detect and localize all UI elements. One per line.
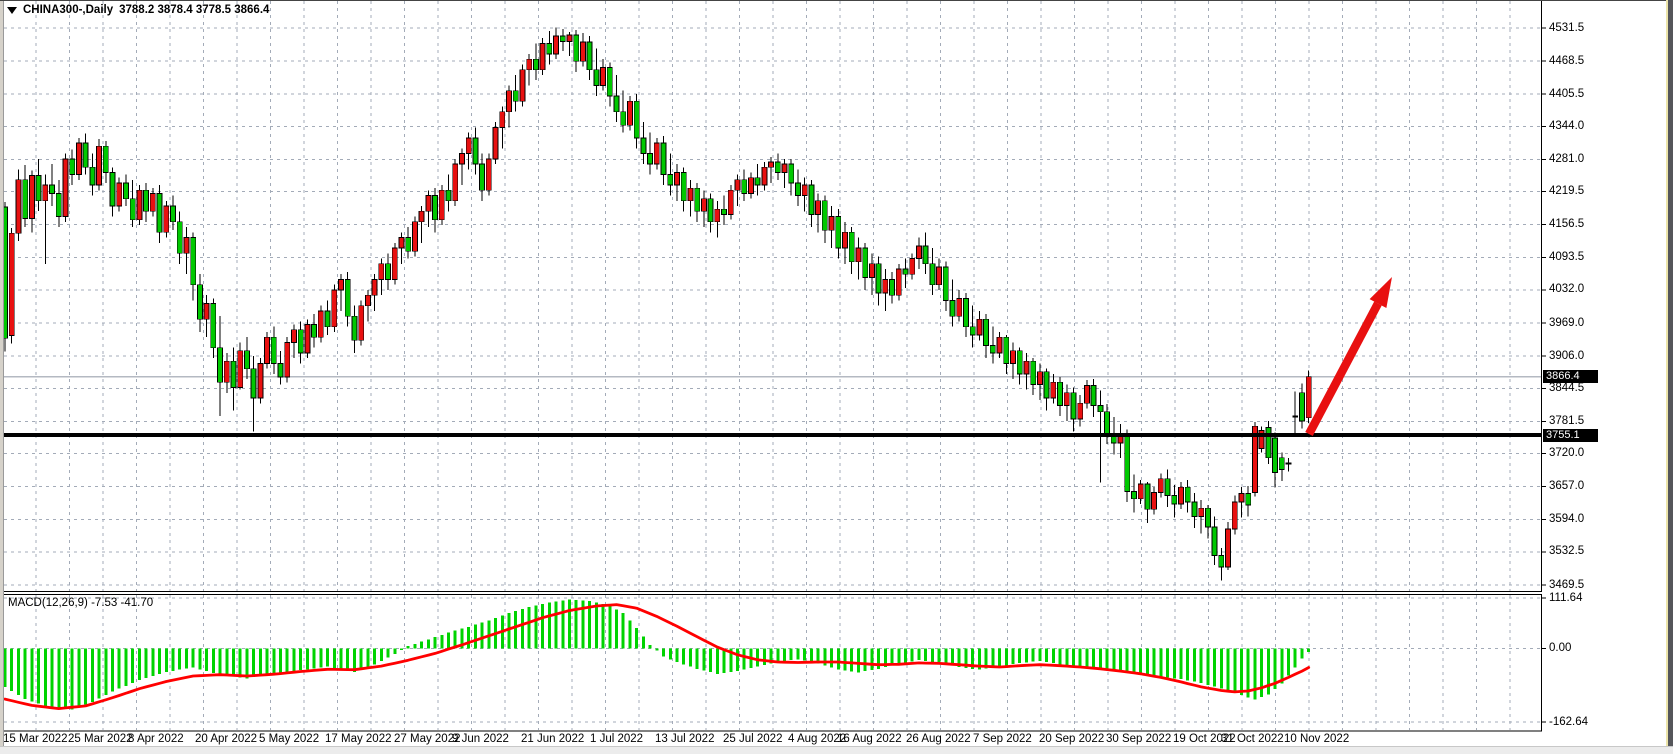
price-tick-label: 3906.0: [1549, 350, 1584, 363]
macd-caption: MACD(12,26,9) -7.53 -41.70: [8, 597, 153, 609]
price-tick-label: 3720.0: [1549, 447, 1584, 460]
time-tick-label: 17 May 2022: [325, 733, 392, 746]
time-tick-label: 26 Aug 2022: [906, 733, 971, 746]
price-tick-label: 4405.5: [1549, 88, 1584, 101]
time-tick-label: 31 Oct 2022: [1221, 733, 1284, 746]
chart-canvas[interactable]: [0, 0, 1673, 754]
time-tick-label: 27 May 2022: [394, 733, 461, 746]
chart-window: CHINA300-,Daily 3788.2 3878.4 3778.5 386…: [0, 0, 1673, 754]
time-tick-label: 9 Jun 2022: [452, 733, 509, 746]
price-tick-label: 4468.5: [1549, 55, 1584, 68]
macd-indicator-name: MACD(12,26,9): [8, 597, 88, 609]
chart-symbol-period: CHINA300-,Daily: [23, 4, 113, 16]
time-tick-label: 16 Aug 2022: [837, 733, 902, 746]
window-left-edge: [0, 0, 4, 754]
time-tick-label: 20 Sep 2022: [1039, 733, 1104, 746]
macd-tick-label: 0.00: [1549, 642, 1571, 655]
time-tick-label: 30 Sep 2022: [1106, 733, 1171, 746]
time-tick-label: 10 Nov 2022: [1284, 733, 1349, 746]
price-tick-label: 4156.5: [1549, 218, 1584, 231]
window-right-edge: [1668, 0, 1673, 754]
price-tick-label: 3781.5: [1549, 415, 1584, 428]
price-tick-label: 4281.0: [1549, 153, 1584, 166]
window-bottom-edge: [0, 746, 1673, 754]
price-tick-label: 3969.0: [1549, 317, 1584, 330]
support-price-tag: 3755.1: [1543, 429, 1598, 442]
time-tick-label: 5 May 2022: [259, 733, 319, 746]
time-tick-label: 1 Jul 2022: [590, 733, 643, 746]
chart-collapse-icon[interactable]: [7, 7, 17, 14]
macd-indicator-values: -7.53 -41.70: [91, 597, 153, 609]
price-tick-label: 3844.5: [1549, 382, 1584, 395]
time-tick-label: 13 Jul 2022: [655, 733, 714, 746]
price-tick-label: 3469.5: [1549, 579, 1584, 592]
current-price-tag: 3866.4: [1543, 370, 1598, 383]
price-tick-label: 4531.5: [1549, 22, 1584, 35]
price-tick-label: 3657.0: [1549, 480, 1584, 493]
price-tick-label: 4093.5: [1549, 251, 1584, 264]
time-tick-label: 7 Sep 2022: [973, 733, 1032, 746]
macd-tick-label: 111.64: [1549, 592, 1582, 605]
price-tick-label: 4219.5: [1549, 185, 1584, 198]
price-tick-label: 4032.0: [1549, 283, 1584, 296]
time-tick-label: 25 Mar 2022: [68, 733, 133, 746]
candles-layer: [3, 28, 1312, 581]
time-tick-label: 20 Apr 2022: [195, 733, 257, 746]
price-tick-label: 3532.5: [1549, 545, 1584, 558]
window-top-edge: [0, 0, 1673, 1]
macd-tick-label: -162.64: [1549, 716, 1588, 729]
price-tick-label: 3594.0: [1549, 513, 1584, 526]
chart-title-bar: CHINA300-,Daily 3788.2 3878.4 3778.5 386…: [7, 3, 269, 17]
chart-ohlc-readout: 3788.2 3878.4 3778.5 3866.4: [119, 4, 269, 16]
time-tick-label: 21 Jun 2022: [521, 733, 584, 746]
time-tick-label: 15 Mar 2022: [3, 733, 68, 746]
time-tick-label: 8 Apr 2022: [128, 733, 184, 746]
price-tick-label: 4344.0: [1549, 120, 1584, 133]
trend-arrow: [1309, 277, 1392, 434]
time-tick-label: 25 Jul 2022: [723, 733, 782, 746]
